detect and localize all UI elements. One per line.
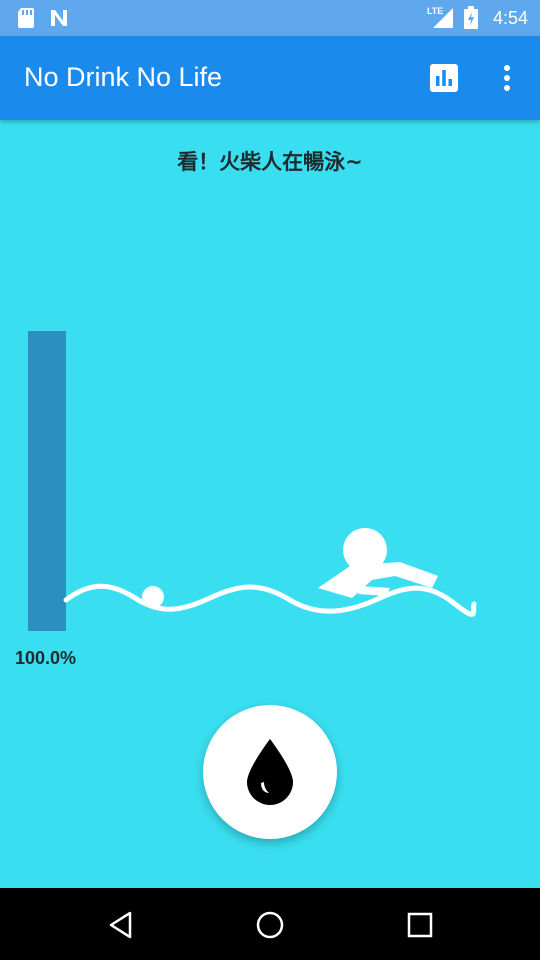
drink-water-button[interactable] <box>203 705 337 839</box>
bar-chart-icon <box>430 64 458 92</box>
battery-charging-icon <box>463 6 478 29</box>
swimmer-illustration <box>63 528 477 617</box>
overflow-menu-icon <box>504 65 510 91</box>
navigation-bar <box>0 888 540 960</box>
water-drop-icon <box>247 739 293 805</box>
app-title: No Drink No Life <box>24 62 223 92</box>
swimmer-hand <box>142 586 164 608</box>
statistics-button[interactable] <box>430 64 458 92</box>
lte-signal-icon: LTE <box>427 6 455 30</box>
overflow-menu-button[interactable] <box>496 64 518 92</box>
recents-icon[interactable] <box>405 910 435 940</box>
status-bar: LTE 4:54 <box>0 0 540 36</box>
wave-line <box>63 583 477 617</box>
back-icon[interactable] <box>106 910 136 940</box>
swimmer-arm <box>358 586 390 596</box>
home-icon[interactable] <box>255 910 285 940</box>
sd-card-icon <box>18 8 34 28</box>
n-app-icon <box>51 10 67 26</box>
app-bar: No Drink No Life <box>0 36 540 120</box>
headline-text: 看！火柴人在暢泳~ <box>177 150 363 174</box>
percent-label: 100.0% <box>15 648 77 668</box>
status-time: 4:54 <box>492 7 528 28</box>
